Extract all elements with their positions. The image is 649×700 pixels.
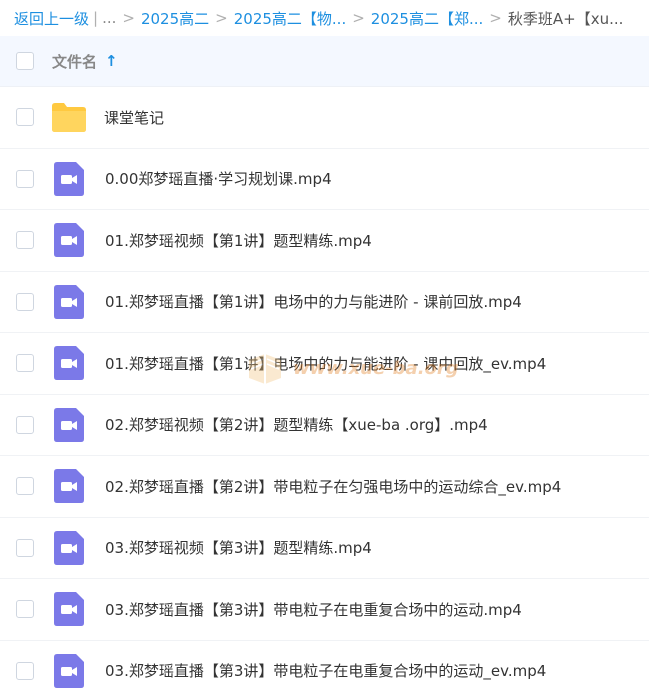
- file-list-header: 文件名 ↑: [0, 36, 649, 87]
- column-header-filename[interactable]: 文件名: [52, 51, 97, 72]
- breadcrumb-current: 秋季班A+【xu...: [507, 9, 624, 28]
- file-row[interactable]: 01.郑梦瑶直播【第1讲】电场中的力与能进阶 - 课中回放_ev.mp4: [0, 333, 649, 395]
- file-row[interactable]: 01.郑梦瑶视频【第1讲】题型精练.mp4: [0, 210, 649, 272]
- file-row[interactable]: 02.郑梦瑶视频【第2讲】题型精练【xue-ba .org】.mp4: [0, 395, 649, 456]
- file-list: 课堂笔记 0.00郑梦瑶直播·学习规划课.mp4 01.郑梦瑶视频【第1讲】题型精练…: [0, 87, 649, 700]
- row-checkbox[interactable]: [16, 231, 34, 250]
- file-row[interactable]: 03.郑梦瑶直播【第3讲】带电粒子在电重复合场中的运动.mp4: [0, 579, 649, 641]
- file-name[interactable]: 03.郑梦瑶直播【第3讲】带电粒子在电重复合场中的运动.mp4: [105, 599, 522, 620]
- file-name[interactable]: 03.郑梦瑶视频【第3讲】题型精练.mp4: [105, 537, 372, 558]
- file-name[interactable]: 01.郑梦瑶视频【第1讲】题型精练.mp4: [105, 230, 372, 251]
- breadcrumb-ellipsis[interactable]: ...: [102, 9, 116, 27]
- file-name[interactable]: 01.郑梦瑶直播【第1讲】电场中的力与能进阶 - 课前回放.mp4: [105, 291, 522, 312]
- folder-icon: [50, 100, 88, 134]
- video-file-icon: [54, 161, 84, 196]
- breadcrumb-separator: >: [215, 9, 228, 27]
- video-file-icon: [54, 407, 84, 442]
- row-checkbox[interactable]: [16, 477, 34, 496]
- folder-row[interactable]: 课堂笔记: [0, 87, 649, 149]
- breadcrumb-separator: >: [489, 9, 502, 27]
- row-checkbox[interactable]: [16, 600, 34, 619]
- file-row[interactable]: 0.00郑梦瑶直播·学习规划课.mp4: [0, 149, 649, 210]
- breadcrumb-item-3[interactable]: 2025高二【郑...: [371, 8, 483, 29]
- row-checkbox[interactable]: [16, 354, 34, 373]
- file-name[interactable]: 03.郑梦瑶直播【第3讲】带电粒子在电重复合场中的运动_ev.mp4: [105, 660, 546, 681]
- row-checkbox[interactable]: [16, 538, 34, 557]
- select-all-checkbox[interactable]: [16, 52, 34, 70]
- breadcrumb: 返回上一级 | ... > 2025高二 > 2025高二【物... > 202…: [0, 0, 649, 36]
- video-file-icon: [54, 592, 84, 627]
- row-checkbox[interactable]: [16, 661, 34, 680]
- video-file-icon: [54, 223, 84, 258]
- video-file-icon: [54, 653, 84, 688]
- breadcrumb-item-1[interactable]: 2025高二: [141, 8, 209, 29]
- file-name[interactable]: 01.郑梦瑶直播【第1讲】电场中的力与能进阶 - 课中回放_ev.mp4: [105, 353, 546, 374]
- file-name[interactable]: 02.郑梦瑶视频【第2讲】题型精练【xue-ba .org】.mp4: [105, 414, 488, 435]
- file-name[interactable]: 0.00郑梦瑶直播·学习规划课.mp4: [105, 168, 332, 189]
- file-name[interactable]: 课堂笔记: [104, 107, 164, 128]
- row-checkbox[interactable]: [16, 292, 34, 311]
- file-row[interactable]: 02.郑梦瑶直播【第2讲】带电粒子在匀强电场中的运动综合_ev.mp4: [0, 456, 649, 518]
- video-file-icon: [54, 530, 84, 565]
- row-checkbox[interactable]: [16, 415, 34, 434]
- row-checkbox[interactable]: [16, 108, 34, 127]
- video-file-icon: [54, 346, 84, 381]
- file-name[interactable]: 02.郑梦瑶直播【第2讲】带电粒子在匀强电场中的运动综合_ev.mp4: [105, 476, 561, 497]
- breadcrumb-separator: >: [122, 9, 135, 27]
- sort-ascending-icon[interactable]: ↑: [105, 52, 118, 70]
- breadcrumb-divider: |: [93, 9, 99, 27]
- row-checkbox[interactable]: [16, 169, 34, 188]
- video-file-icon: [54, 469, 84, 504]
- breadcrumb-item-2[interactable]: 2025高二【物...: [234, 8, 346, 29]
- file-row[interactable]: 03.郑梦瑶直播【第3讲】带电粒子在电重复合场中的运动_ev.mp4: [0, 641, 649, 700]
- video-file-icon: [54, 284, 84, 319]
- file-row[interactable]: 01.郑梦瑶直播【第1讲】电场中的力与能进阶 - 课前回放.mp4: [0, 272, 649, 333]
- back-link[interactable]: 返回上一级: [14, 8, 89, 29]
- file-row[interactable]: 03.郑梦瑶视频【第3讲】题型精练.mp4: [0, 518, 649, 579]
- breadcrumb-separator: >: [352, 9, 365, 27]
